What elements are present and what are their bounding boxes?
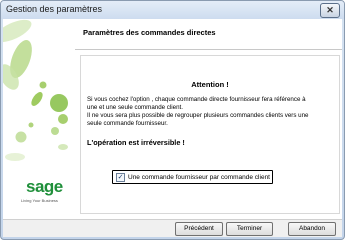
dialog-client-area: sage Living Your Business Paramètres des…: [3, 19, 342, 237]
checkmark-icon: ✓: [117, 173, 124, 181]
cancel-button[interactable]: Abandon: [288, 222, 336, 236]
checkbox-label: Une commande fournisseur par commande cl…: [128, 173, 270, 181]
title-bar[interactable]: Gestion des paramètres ✕: [1, 1, 344, 19]
previous-button[interactable]: Précédent: [175, 222, 223, 236]
brand-tagline: Living Your Business: [21, 198, 58, 203]
close-button[interactable]: ✕: [320, 3, 340, 18]
info-panel: Attention ! Si vous cochez l'option , ch…: [80, 55, 340, 214]
description-line: Si vous cochez l'option , chaque command…: [87, 96, 306, 103]
wizard-content: Paramètres des commandes directes Attent…: [75, 19, 342, 219]
description-line: Il ne vous sera plus possible de regroup…: [87, 112, 309, 119]
description-line: une et une seule commande client.: [87, 104, 183, 111]
irreversible-warning: L'opération est irréversible !: [87, 138, 185, 147]
sidebar-panel: sage Living Your Business: [3, 19, 75, 219]
page-title: Paramètres des commandes directes: [83, 28, 216, 37]
description-line: seule commande fournisseur.: [87, 120, 168, 127]
dialog-window: Gestion des paramètres ✕ sage Living You…: [0, 0, 345, 240]
one-order-per-client-option[interactable]: ✓ Une commande fournisseur par commande …: [112, 170, 273, 184]
finish-button[interactable]: Terminer: [226, 222, 273, 236]
sage-logo: sage: [26, 177, 63, 196]
button-bar: Précédent Terminer Abandon: [3, 220, 342, 237]
header-divider: [75, 49, 342, 50]
one-order-per-client-checkbox[interactable]: ✓: [116, 172, 125, 182]
window-title: Gestion des paramètres: [6, 4, 103, 14]
close-icon: ✕: [326, 5, 334, 15]
attention-heading: Attention !: [191, 80, 229, 89]
description-text: Si vous cochez l'option , chaque command…: [87, 96, 331, 128]
